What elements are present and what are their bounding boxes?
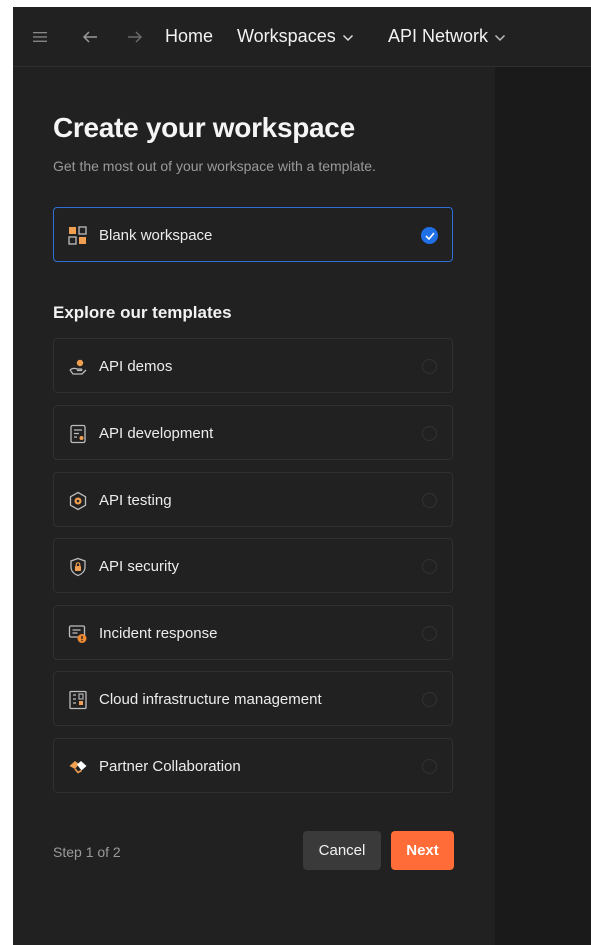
cancel-button[interactable]: Cancel <box>303 831 381 870</box>
nav-home[interactable]: Home <box>165 26 213 47</box>
right-panel <box>495 67 591 945</box>
blank-workspace-label: Blank workspace <box>99 227 213 244</box>
template-label: API testing <box>99 492 172 509</box>
radio-button[interactable] <box>422 493 437 508</box>
nav-api-network-label: API Network <box>388 26 489 46</box>
template-option-cloud-infrastructure-management[interactable]: Cloud infrastructure management <box>53 671 453 726</box>
nav-workspaces-label: Workspaces <box>237 26 336 46</box>
alert-screen-icon <box>68 624 88 644</box>
template-option-incident-response[interactable]: Incident response <box>53 605 453 660</box>
template-label: Incident response <box>99 625 218 642</box>
template-option-api-testing[interactable]: API testing <box>53 472 453 527</box>
forward-arrow-icon[interactable] <box>126 27 144 47</box>
radio-button[interactable] <box>422 626 437 641</box>
template-option-api-development[interactable]: API development <box>53 405 453 460</box>
nav-api-network[interactable]: API Network <box>388 26 506 47</box>
page-subtitle: Get the most out of your workspace with … <box>53 158 376 174</box>
templates-heading: Explore our templates <box>53 303 232 322</box>
server-rack-icon <box>68 690 88 710</box>
app-window: Home Workspaces API Network Create your … <box>13 7 591 945</box>
template-option-partner-collaboration[interactable]: Partner Collaboration <box>53 738 453 793</box>
template-option-api-security[interactable]: API security <box>53 538 453 593</box>
handshake-icon <box>68 757 88 777</box>
shield-lock-icon <box>68 557 88 577</box>
document-code-icon <box>68 424 88 444</box>
nav-workspaces[interactable]: Workspaces <box>237 26 354 47</box>
next-button[interactable]: Next <box>391 831 454 870</box>
blank-workspace-option[interactable]: Blank workspace <box>53 207 453 262</box>
radio-button[interactable] <box>422 426 437 441</box>
chevron-down-icon <box>342 34 353 41</box>
create-workspace-panel: Create your workspace Get the most out o… <box>13 67 495 945</box>
page-title: Create your workspace <box>53 112 355 143</box>
radio-button[interactable] <box>422 759 437 774</box>
template-label: Cloud infrastructure management <box>99 691 322 708</box>
back-arrow-icon[interactable] <box>81 27 99 47</box>
chevron-down-icon <box>495 34 506 41</box>
blank-workspace-icon <box>68 226 88 246</box>
hexagon-gear-icon <box>68 491 88 511</box>
template-label: API security <box>99 558 180 575</box>
nav-home-label: Home <box>165 26 214 46</box>
top-bar: Home Workspaces API Network <box>13 7 591 67</box>
template-option-api-demos[interactable]: API demos <box>53 338 453 393</box>
template-label: Partner Collaboration <box>99 758 241 775</box>
radio-button[interactable] <box>422 692 437 707</box>
hand-demo-icon <box>68 357 88 377</box>
template-label: API demos <box>99 358 173 375</box>
checkmark-icon <box>421 227 438 244</box>
menu-icon[interactable] <box>33 27 49 47</box>
step-indicator: Step 1 of 2 <box>53 844 121 860</box>
radio-button[interactable] <box>422 559 437 574</box>
radio-button[interactable] <box>422 359 437 374</box>
template-label: API development <box>99 425 214 442</box>
